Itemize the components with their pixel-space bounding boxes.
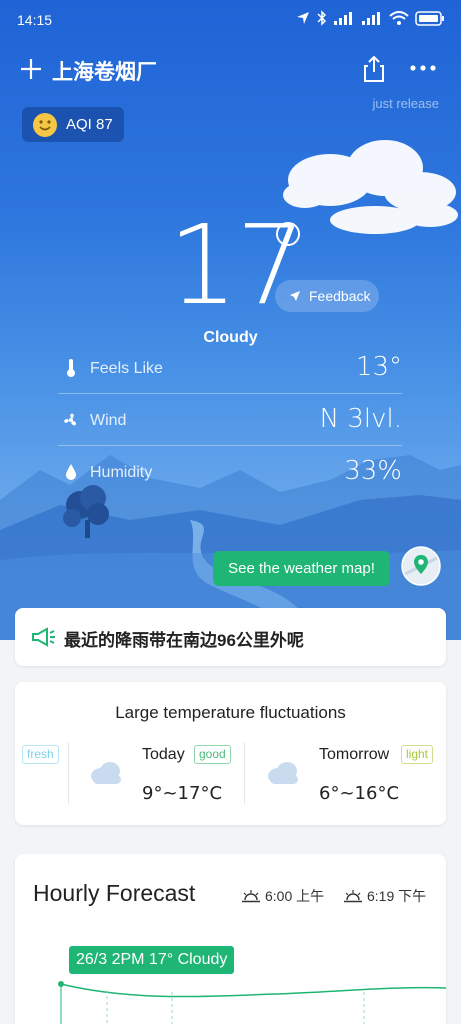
fan-icon — [64, 413, 77, 426]
day-name-today: Today — [142, 746, 185, 763]
selected-hour-tag[interactable]: 26/3 2PM 17° Cloudy — [69, 946, 235, 974]
temperature-fluctuation-card: Large temperature fluctuations fresh Tod… — [15, 682, 446, 825]
temp-range-tomorrow: 6°~16°C — [319, 783, 400, 804]
air-quality-tag-today: good — [194, 745, 231, 764]
fluctuation-title: Large temperature fluctuations — [115, 703, 346, 722]
rain-alert-card[interactable]: 最近的降雨带在南边96公里外呢 — [15, 608, 446, 666]
droplet-icon — [66, 464, 76, 480]
cloud-icon — [91, 762, 121, 784]
location-arrow-icon — [297, 12, 309, 24]
detail-value: 33% — [344, 456, 402, 486]
map-pin-icon[interactable] — [401, 546, 441, 586]
send-icon — [290, 291, 300, 301]
rain-alert-text: 最近的降雨带在南边96公里外呢 — [64, 631, 304, 650]
bluetooth-icon — [317, 10, 327, 26]
status-time: 14:15 — [17, 12, 53, 28]
feedback-button[interactable]: Feedback — [275, 280, 379, 312]
detail-row-humidity: Humidity 33% — [58, 446, 402, 498]
air-quality-tag-tomorrow: light — [401, 745, 434, 764]
day-name-tomorrow: Tomorrow — [319, 746, 390, 763]
detail-label: Humidity — [90, 464, 153, 481]
smiley-face-icon — [33, 112, 57, 137]
signal-icon — [334, 12, 352, 25]
sunset-label: 6:19 下午 — [367, 888, 427, 904]
detail-value: N 3lvl. — [319, 404, 402, 434]
cloud-icon — [268, 762, 298, 784]
sunset-time: 6:19 下午 — [343, 886, 426, 906]
hourly-temperature-graph — [58, 981, 446, 1024]
sunset-icon — [344, 890, 362, 903]
aqi-badge[interactable]: AQI 87 — [22, 107, 124, 142]
status-bar: 14:15 — [0, 0, 461, 40]
temp-range-today: 9°~17°C — [142, 783, 223, 804]
status-icons — [295, 10, 445, 26]
detail-row-feels-like: Feels Like 13° — [58, 342, 402, 394]
share-icon[interactable] — [360, 54, 388, 84]
release-note: just release — [372, 96, 439, 111]
hourly-title: Hourly Forecast — [33, 880, 196, 906]
hourly-forecast-card: Hourly Forecast 6:00 上午 6:19 下午 26/3 2PM… — [15, 854, 446, 1024]
city-name[interactable]: 上海卷烟厂 — [52, 56, 157, 86]
sunrise-time: 6:00 上午 — [241, 886, 324, 906]
detail-value: 13° — [355, 352, 402, 382]
detail-label: Wind — [90, 412, 127, 429]
weather-map-button[interactable]: See the weather map! — [213, 551, 390, 586]
feedback-label: Feedback — [309, 288, 371, 304]
detail-row-wind: Wind N 3lvl. — [58, 394, 402, 446]
divider — [244, 742, 245, 804]
sunrise-label: 6:00 上午 — [265, 888, 325, 904]
thermometer-icon — [67, 359, 75, 377]
signal-icon-2 — [362, 12, 380, 25]
detail-label: Feels Like — [90, 360, 163, 377]
more-options-icon[interactable] — [408, 58, 438, 78]
aqi-label: AQI 87 — [66, 116, 113, 133]
wifi-icon — [389, 11, 409, 25]
top-bar: 上海卷烟厂 — [0, 50, 461, 90]
prev-day-air-tag: fresh — [22, 745, 59, 764]
battery-icon — [415, 10, 444, 26]
add-city-icon[interactable] — [18, 56, 44, 82]
divider — [68, 742, 69, 804]
weather-map-label: See the weather map! — [228, 560, 375, 577]
sunrise-icon — [242, 890, 260, 903]
megaphone-icon — [32, 627, 55, 647]
degree-symbol-icon — [276, 222, 300, 246]
